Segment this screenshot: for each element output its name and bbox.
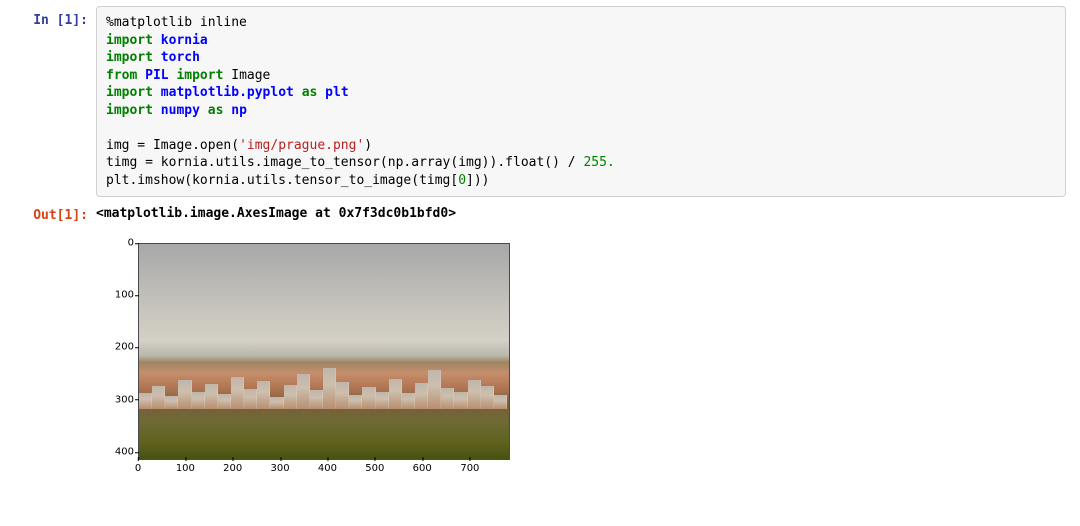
input-prompt: In [1]: <box>10 6 96 30</box>
output-cell-1: Out[1]: <matplotlib.image.AxesImage at 0… <box>10 201 1066 225</box>
xtick-label: 500 <box>365 462 384 476</box>
output-display-1: 0 100 200 300 400 0 100 200 300 400 500 … <box>10 229 1066 473</box>
xtick-label: 300 <box>271 462 290 476</box>
code-block: %matplotlib inline import kornia import … <box>106 14 1056 189</box>
xtick-label: 700 <box>460 462 479 476</box>
image-detail-cityband <box>139 351 507 409</box>
xtick-label: 600 <box>413 462 432 476</box>
xtick-label: 400 <box>318 462 337 476</box>
notebook-root: In [1]: %matplotlib inline import kornia… <box>0 0 1080 526</box>
code-line: %matplotlib inline <box>106 15 247 30</box>
ytick-label: 200 <box>106 341 134 355</box>
code-editor-cell-1[interactable]: %matplotlib inline import kornia import … <box>96 6 1066 197</box>
ytick-label: 300 <box>106 393 134 407</box>
xtick-label: 100 <box>176 462 195 476</box>
output-repr-text: <matplotlib.image.AxesImage at 0x7f3dc0b… <box>96 201 1066 223</box>
input-cell-1: In [1]: %matplotlib inline import kornia… <box>10 6 1066 197</box>
output-prompt: Out[1]: <box>10 201 96 225</box>
xtick-label: 0 <box>135 462 141 476</box>
matplotlib-figure: 0 100 200 300 400 0 100 200 300 400 500 … <box>88 229 1066 473</box>
xtick-label: 200 <box>223 462 242 476</box>
ytick-label: 100 <box>106 288 134 302</box>
ytick-label: 0 <box>106 236 134 250</box>
ytick-label: 400 <box>106 445 134 459</box>
axes: 0 100 200 300 400 0 100 200 300 400 500 … <box>106 243 516 473</box>
